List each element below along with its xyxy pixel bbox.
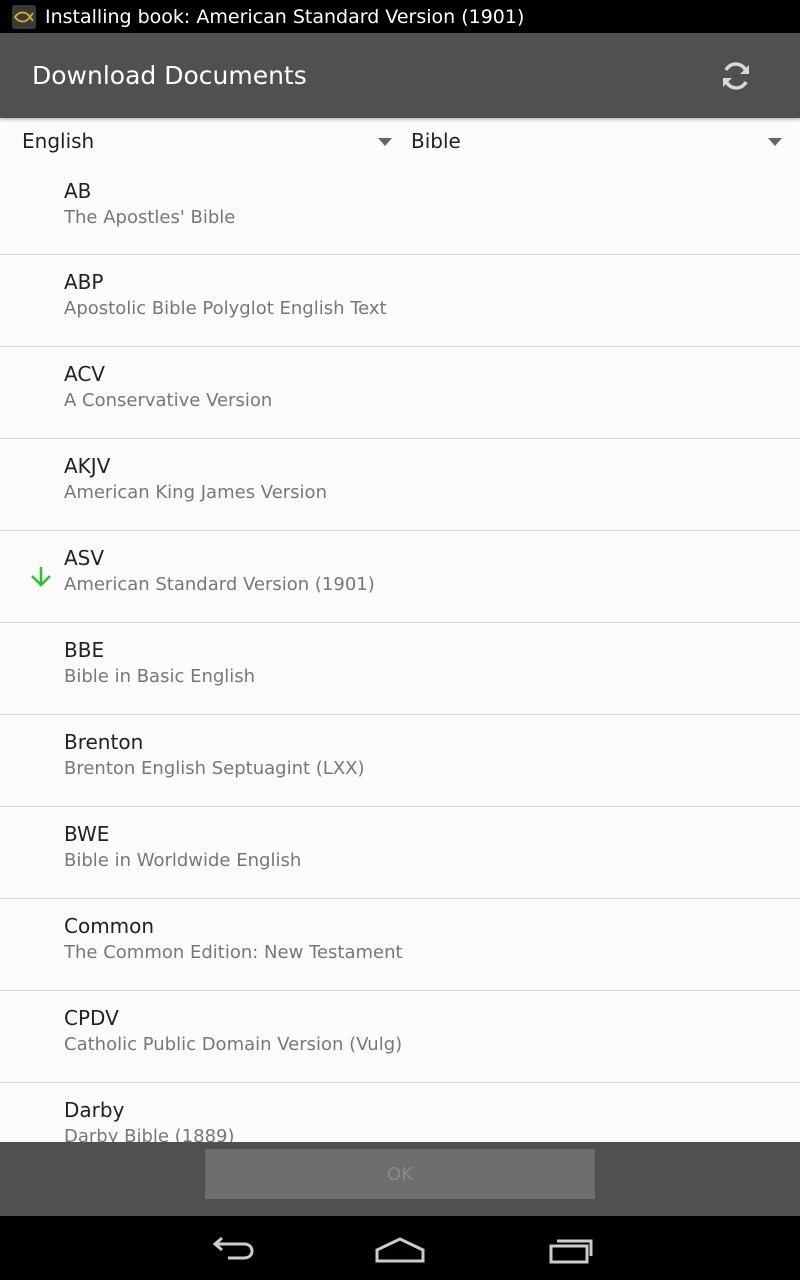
navigation-bar	[0, 1216, 800, 1280]
document-type-value: Bible	[411, 129, 461, 153]
document-type-dropdown[interactable]: Bible	[400, 118, 800, 164]
page-title: Download Documents	[32, 61, 307, 90]
document-abbreviation: BBE	[64, 638, 105, 662]
document-name: Catholic Public Domain Version (Vulg)	[64, 1034, 403, 1055]
document-abbreviation: Darby	[64, 1098, 125, 1122]
back-icon	[212, 1236, 254, 1260]
download-arrow-icon	[31, 567, 51, 587]
filter-bar: English Bible	[0, 118, 800, 164]
document-name: Bible in Basic English	[64, 666, 256, 687]
document-abbreviation: ASV	[64, 546, 105, 570]
list-item[interactable]: BBE Bible in Basic English	[0, 623, 800, 715]
document-abbreviation: AKJV	[64, 454, 111, 478]
list-item[interactable]: Brenton Brenton English Septuagint (LXX)	[0, 715, 800, 807]
home-button[interactable]	[370, 1230, 430, 1270]
dropdown-arrow-icon	[768, 138, 782, 146]
home-icon	[375, 1237, 425, 1263]
refresh-icon	[723, 61, 749, 90]
language-value: English	[22, 129, 95, 153]
list-item[interactable]: AB The Apostles' Bible	[0, 164, 800, 255]
list-item[interactable]: ACV A Conservative Version	[0, 347, 800, 439]
status-bar: Installing book: American Standard Versi…	[0, 0, 800, 33]
list-item[interactable]: ABP Apostolic Bible Polyglot English Tex…	[0, 255, 800, 347]
recents-button[interactable]	[541, 1230, 601, 1270]
document-name: Apostolic Bible Polyglot English Text	[64, 298, 387, 319]
document-name: American King James Version	[64, 482, 327, 503]
document-name: Darby Bible (1889)	[64, 1126, 235, 1142]
document-name: The Common Edition: New Testament	[64, 942, 403, 963]
document-abbreviation: BWE	[64, 822, 110, 846]
list-item[interactable]: BWE Bible in Worldwide English	[0, 807, 800, 899]
language-dropdown[interactable]: English	[0, 118, 400, 164]
document-name: The Apostles' Bible	[64, 207, 236, 228]
document-abbreviation: Brenton	[64, 730, 144, 754]
document-abbreviation: Common	[64, 914, 155, 938]
document-abbreviation: ACV	[64, 362, 105, 386]
document-abbreviation: ABP	[64, 270, 104, 294]
refresh-button[interactable]	[706, 46, 766, 106]
list-item[interactable]: Darby Darby Bible (1889)	[0, 1083, 800, 1142]
back-button[interactable]	[200, 1230, 260, 1270]
recents-icon	[549, 1239, 593, 1264]
list-item[interactable]: ASV American Standard Version (1901)	[0, 531, 800, 623]
document-name: Bible in Worldwide English	[64, 850, 302, 871]
list-item[interactable]: CPDV Catholic Public Domain Version (Vul…	[0, 991, 800, 1083]
ok-button[interactable]: OK	[205, 1149, 595, 1199]
document-name: American Standard Version (1901)	[64, 574, 375, 595]
document-abbreviation: CPDV	[64, 1006, 119, 1030]
button-bar: OK	[0, 1142, 800, 1216]
action-bar: Download Documents	[0, 33, 800, 118]
document-name: A Conservative Version	[64, 390, 273, 411]
ichthys-fish-icon	[12, 4, 36, 29]
document-abbreviation: AB	[64, 179, 92, 203]
status-notification: Installing book: American Standard Versi…	[45, 5, 525, 28]
list-item[interactable]: AKJV American King James Version	[0, 439, 800, 531]
document-list: AB The Apostles' Bible ABP Apostolic Bib…	[0, 164, 800, 1142]
dropdown-arrow-icon	[378, 138, 392, 146]
document-name: Brenton English Septuagint (LXX)	[64, 758, 365, 779]
list-item[interactable]: Common The Common Edition: New Testament	[0, 899, 800, 991]
